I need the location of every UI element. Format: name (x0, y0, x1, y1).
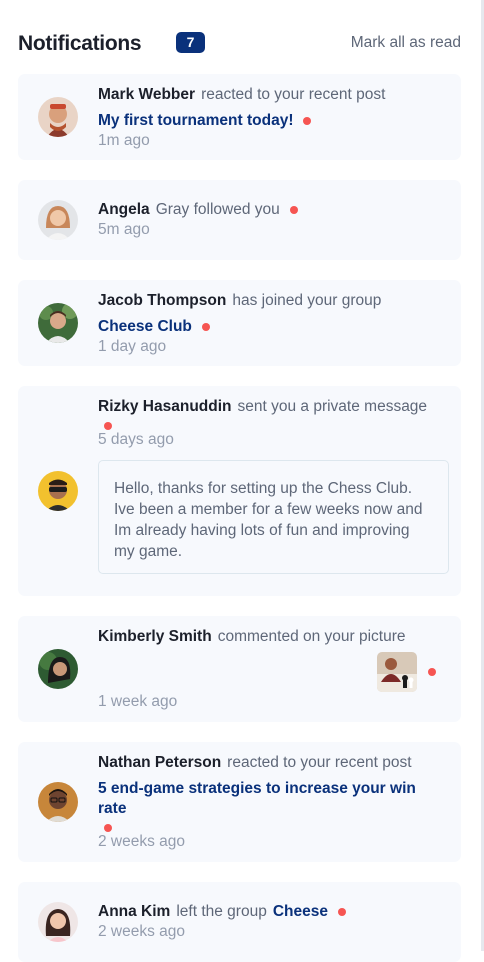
unread-dot (201, 322, 210, 331)
group-link[interactable]: Cheese Club (98, 317, 210, 337)
post-link[interactable]: My first tournament today! (98, 111, 312, 131)
notification-text: Anna Kim left the group Cheese (98, 902, 346, 922)
avatar[interactable] (38, 782, 78, 822)
timestamp: 2 weeks ago (98, 923, 186, 940)
notification-item[interactable]: Mark Webber reacted to your recent post M… (18, 74, 461, 160)
notification-action: reacted to your recent post (201, 86, 386, 103)
avatar[interactable] (38, 97, 78, 137)
avatar[interactable] (38, 471, 78, 511)
unread-dot (289, 205, 298, 214)
unread-dot (104, 422, 112, 430)
notification-text: Rizky Hasanuddin sent you a private messa… (98, 397, 427, 417)
timestamp: 2 weeks ago (98, 833, 186, 850)
notification-text: Angela Gray followed you (98, 200, 298, 220)
timestamp: 1 day ago (98, 338, 167, 355)
unread-dot (303, 116, 312, 125)
private-message-preview[interactable]: Hello, thanks for setting up the Chess C… (98, 460, 449, 574)
commented-picture-thumbnail[interactable] (377, 652, 417, 692)
mark-all-read-button[interactable]: Mark all as read (351, 34, 461, 52)
group-name[interactable]: Cheese Club (98, 318, 192, 335)
user-name-link[interactable]: Mark Webber (98, 86, 195, 103)
unread-dot (428, 668, 436, 676)
notifications-header: Notifications 7 Mark all as read (18, 30, 461, 60)
avatar[interactable] (38, 902, 78, 942)
unread-dot (337, 907, 346, 916)
timestamp: 1m ago (98, 132, 150, 149)
notification-text: Jacob Thompson has joined your group (98, 291, 381, 311)
notification-action: Gray followed you (155, 201, 280, 218)
avatar[interactable] (38, 200, 78, 240)
user-name-link[interactable]: Angela (98, 201, 150, 218)
notification-text: Mark Webber reacted to your recent post (98, 85, 385, 105)
notification-action: sent you a private message (237, 398, 428, 415)
post-title[interactable]: My first tournament today! (98, 112, 293, 129)
user-name-link[interactable]: Nathan Peterson (98, 754, 221, 771)
page-title: Notifications (18, 32, 142, 55)
user-name-link[interactable]: Anna Kim (98, 903, 170, 920)
notification-text: Kimberly Smith commented on your picture (98, 627, 406, 647)
avatar[interactable] (38, 649, 78, 689)
user-name-link[interactable]: Jacob Thompson (98, 292, 226, 309)
user-name-link[interactable]: Rizky Hasanuddin (98, 398, 232, 415)
notification-text: Nathan Peterson reacted to your recent po… (98, 753, 412, 773)
post-link[interactable]: 5 end-game strategies to increase your w… (98, 779, 443, 819)
notification-item[interactable]: Angela Gray followed you 5m ago (18, 180, 461, 260)
user-name-link[interactable]: Kimberly Smith (98, 628, 212, 645)
notification-item[interactable]: Nathan Peterson reacted to your recent po… (18, 742, 461, 862)
group-link[interactable]: Cheese (273, 903, 328, 920)
timestamp: 1 week ago (98, 693, 178, 710)
notification-action: has joined your group (232, 292, 382, 309)
unread-dot (104, 824, 112, 832)
notification-action: commented on your picture (217, 628, 406, 645)
timestamp: 5 days ago (98, 431, 174, 448)
notification-item[interactable]: Anna Kim left the group Cheese 2 weeks ago (18, 882, 461, 962)
notification-action: reacted to your recent post (227, 754, 412, 771)
notification-item[interactable]: Kimberly Smith commented on your picture … (18, 616, 461, 722)
avatar[interactable] (38, 303, 78, 343)
notification-item[interactable]: Jacob Thompson has joined your group Chee… (18, 280, 461, 366)
notification-item[interactable]: Rizky Hasanuddin sent you a private messa… (18, 386, 461, 596)
timestamp: 5m ago (98, 221, 150, 238)
notification-action: left the group (176, 903, 267, 920)
unread-count-badge: 7 (176, 32, 205, 53)
